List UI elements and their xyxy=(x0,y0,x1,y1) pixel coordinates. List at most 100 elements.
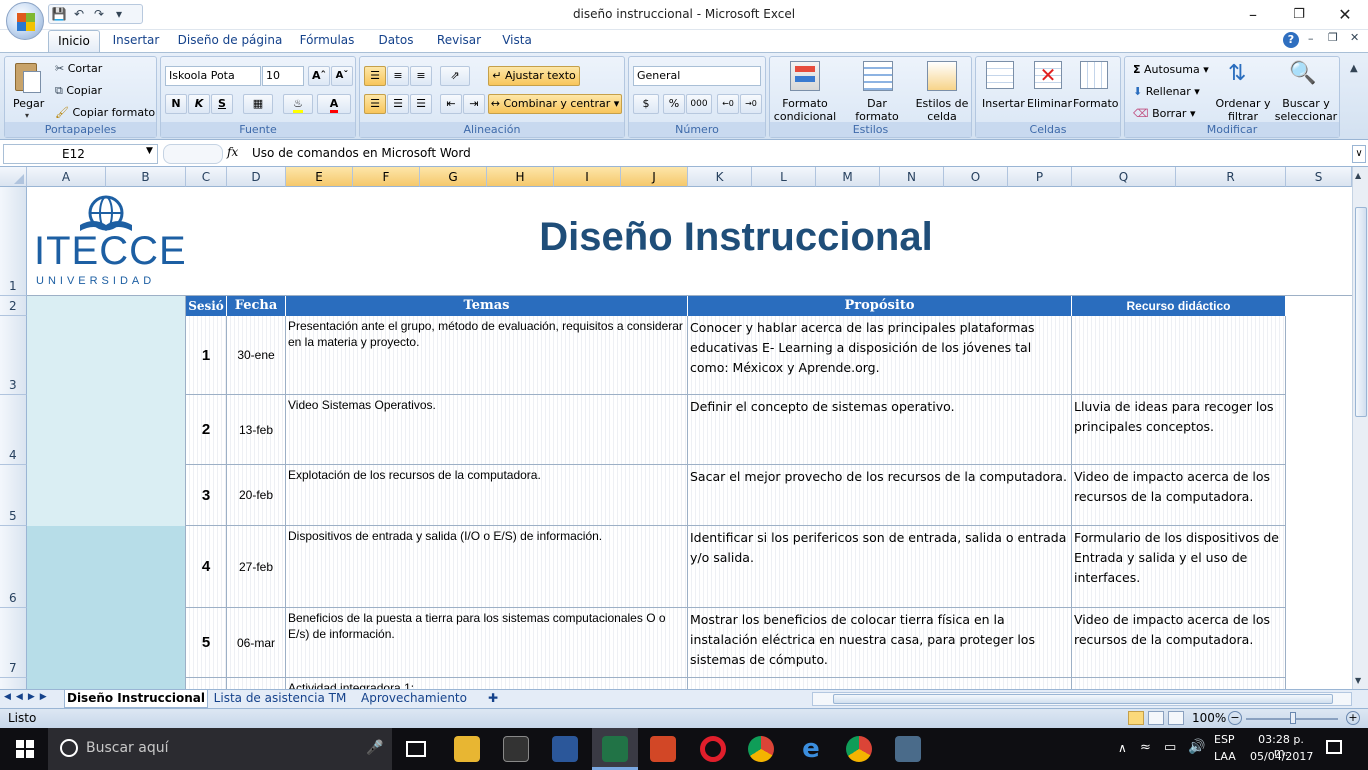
align-top-button[interactable]: ☰ xyxy=(364,66,386,86)
session-cell[interactable]: 1 xyxy=(186,316,227,395)
purpose-cell[interactable]: Mostrar los beneficios de colocar tierra… xyxy=(688,608,1072,678)
tab-diseno-pagina[interactable]: Diseño de página xyxy=(176,30,284,52)
fill-button[interactable]: ⬇ Rellenar ▾ xyxy=(1133,85,1200,98)
delete-cells-button[interactable]: Eliminar xyxy=(1027,97,1072,110)
notifications-icon[interactable] xyxy=(1326,740,1342,754)
zoom-out-icon[interactable]: − xyxy=(1228,711,1242,725)
file-explorer-icon[interactable] xyxy=(454,736,480,762)
taskbar-search-box[interactable]: Buscar aquí 🎤 xyxy=(48,728,392,770)
resource-cell[interactable]: Formulario de los dispositivos de Entrad… xyxy=(1072,526,1286,608)
tab-inicio[interactable]: Inicio xyxy=(48,30,100,52)
format-painter-button[interactable]: 🖌 Copiar formato xyxy=(55,106,155,119)
remote-desktop-icon[interactable] xyxy=(895,736,921,762)
expand-formula-icon[interactable]: ∨ xyxy=(1352,145,1366,163)
header-purpose[interactable]: Propósito xyxy=(688,296,1072,316)
font-name-box[interactable]: Iskoola Pota xyxy=(165,66,261,86)
sheet-tab-asistencia[interactable]: Lista de asistencia TM xyxy=(212,690,348,708)
topic-cell[interactable]: Presentación ante el grupo, método de ev… xyxy=(286,316,688,395)
clear-button[interactable]: ⌫ Borrar ▾ xyxy=(1133,107,1196,120)
wrap-text-button[interactable]: ↵ Ajustar texto xyxy=(488,66,580,86)
close-button[interactable]: ✕ xyxy=(1322,2,1368,28)
header-date[interactable]: Fecha xyxy=(227,296,286,316)
underline-button[interactable]: S xyxy=(211,94,233,114)
select-all-corner[interactable] xyxy=(0,167,27,187)
copy-button[interactable]: ⧉ Copiar xyxy=(55,84,102,98)
session-cell[interactable] xyxy=(186,678,227,689)
purpose-cell[interactable] xyxy=(688,678,1072,689)
col-header-k[interactable]: K xyxy=(688,167,752,187)
scroll-up-icon[interactable]: ▲ xyxy=(1355,171,1361,180)
chrome-icon[interactable] xyxy=(748,736,774,762)
minimize-button[interactable]: – xyxy=(1230,2,1276,28)
tray-chevron-icon[interactable]: ∧ xyxy=(1118,741,1127,755)
align-middle-button[interactable]: ≡ xyxy=(387,66,409,86)
col-header-a[interactable]: A xyxy=(27,167,106,187)
tab-revisar[interactable]: Revisar xyxy=(432,30,486,52)
paste-button[interactable]: Pegar xyxy=(13,97,44,110)
header-session[interactable]: Sesió xyxy=(186,296,227,316)
col-header-q[interactable]: Q xyxy=(1072,167,1176,187)
opera-icon[interactable] xyxy=(700,736,726,762)
restore-button[interactable]: ❐ xyxy=(1276,2,1322,28)
decrease-decimal-button[interactable]: →0 xyxy=(740,94,762,114)
tab-formulas[interactable]: Fórmulas xyxy=(294,30,360,52)
comma-button[interactable]: 000 xyxy=(686,94,712,114)
date-cell[interactable]: 27-feb xyxy=(227,526,286,608)
formula-bar-resize[interactable] xyxy=(163,144,223,164)
volume-icon[interactable]: 🔊 xyxy=(1188,739,1205,755)
row-header-2[interactable]: 2 xyxy=(0,296,27,316)
insert-cells-button[interactable]: Insertar xyxy=(982,97,1025,110)
vertical-scrollbar[interactable]: ▲ ▼ xyxy=(1352,167,1368,689)
paste-dropdown-icon[interactable]: ▾ xyxy=(25,111,29,120)
horizontal-scroll-thumb[interactable] xyxy=(833,694,1333,704)
italic-button[interactable]: K xyxy=(188,94,210,114)
col-header-m[interactable]: M xyxy=(816,167,880,187)
word-icon[interactable] xyxy=(552,736,578,762)
header-resource[interactable]: Recurso didáctico xyxy=(1072,296,1286,316)
edge-icon[interactable]: e xyxy=(798,736,824,762)
row-header-4[interactable]: 4 xyxy=(0,395,27,465)
date-cell[interactable] xyxy=(227,678,286,689)
insert-cells-icon[interactable] xyxy=(986,61,1014,89)
paste-icon[interactable] xyxy=(11,61,45,95)
session-cell[interactable]: 5 xyxy=(186,608,227,678)
row-header-8[interactable] xyxy=(0,678,27,689)
session-cell[interactable]: 4 xyxy=(186,526,227,608)
topic-cell[interactable]: Beneficios de la puesta a tierra para lo… xyxy=(286,608,688,678)
col-header-h[interactable]: H xyxy=(487,167,554,187)
decrease-indent-button[interactable]: ⇤ xyxy=(440,94,462,114)
page-break-view-icon[interactable] xyxy=(1168,711,1184,725)
delete-cells-icon[interactable]: ✕ xyxy=(1034,61,1062,89)
resource-cell[interactable] xyxy=(1072,678,1286,689)
tab-insertar[interactable]: Insertar xyxy=(108,30,164,52)
excel-taskbar-button[interactable] xyxy=(592,728,638,770)
cut-button[interactable]: ✂ Cortar xyxy=(55,62,102,75)
scroll-down-icon[interactable]: ▼ xyxy=(1355,676,1361,685)
sort-filter-icon[interactable]: ⇅ xyxy=(1228,61,1246,86)
topic-cell[interactable]: Video Sistemas Operativos. xyxy=(286,395,688,465)
input-language[interactable]: ESP xyxy=(1214,733,1235,746)
col-header-n[interactable]: N xyxy=(880,167,944,187)
col-header-l[interactable]: L xyxy=(752,167,816,187)
row-header-6[interactable]: 6 xyxy=(0,526,27,608)
tab-datos[interactable]: Datos xyxy=(372,30,420,52)
date-cell[interactable]: 30-ene xyxy=(227,316,286,395)
increase-indent-button[interactable]: ⇥ xyxy=(463,94,485,114)
wifi-icon[interactable]: ≈ xyxy=(1140,740,1151,755)
col-header-g[interactable]: G xyxy=(420,167,487,187)
align-left-button[interactable]: ☰ xyxy=(364,94,386,114)
date-cell[interactable]: 20-feb xyxy=(227,465,286,526)
ribbon-scroll-icon[interactable]: ▲ xyxy=(1350,63,1358,74)
purpose-cell[interactable]: Sacar el mejor provecho de los recursos … xyxy=(688,465,1072,526)
fx-icon[interactable]: fx xyxy=(227,145,238,159)
col-header-i[interactable]: I xyxy=(554,167,621,187)
sheet-tab-aprovechamiento[interactable]: Aprovechamiento xyxy=(352,690,476,708)
office-button[interactable] xyxy=(6,2,44,40)
orientation-button[interactable]: ⇗ xyxy=(440,66,470,86)
format-cells-icon[interactable] xyxy=(1080,61,1108,89)
windows-start-icon[interactable] xyxy=(16,740,34,758)
resource-cell[interactable]: Video de impacto acerca de los recursos … xyxy=(1072,608,1286,678)
ribbon-close-icon[interactable]: ✕ xyxy=(1350,31,1359,44)
col-header-c[interactable]: C xyxy=(186,167,227,187)
autosum-button[interactable]: Σ Autosuma ▾ xyxy=(1133,63,1209,76)
